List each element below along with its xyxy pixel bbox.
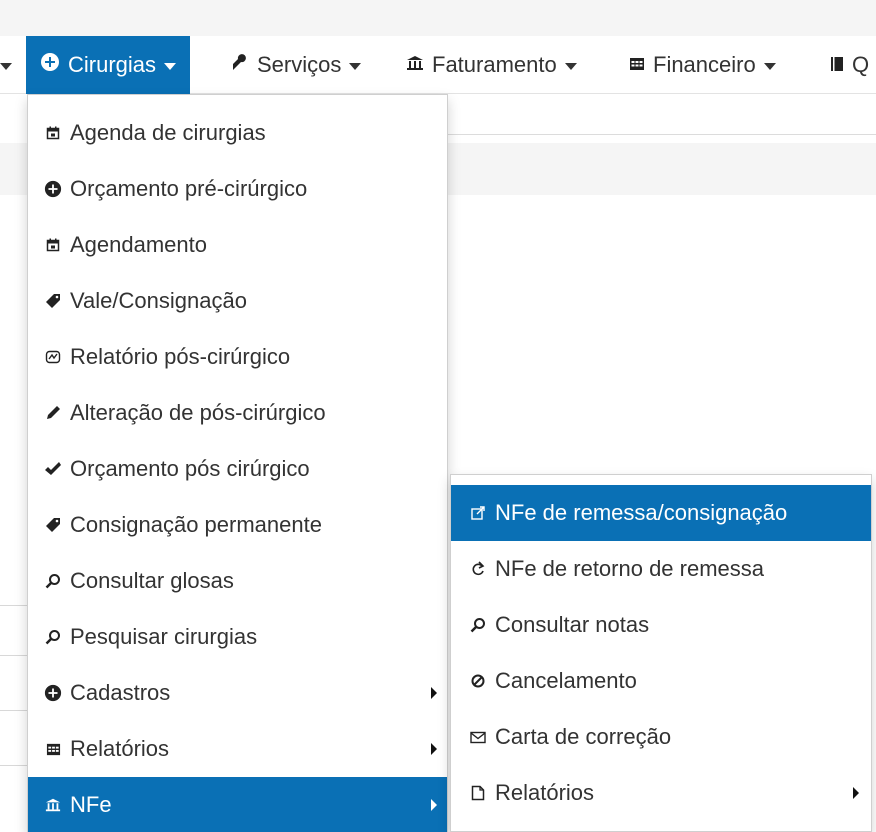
chevron-down-icon — [564, 62, 577, 70]
nav-cirurgias-label: Cirurgias — [68, 52, 157, 77]
menu-item-alteracao-de-pos-cirurgico[interactable]: Alteração de pós-cirúrgico — [28, 385, 447, 441]
left-divider — [0, 765, 28, 766]
nav-q[interactable]: Q — [830, 36, 869, 94]
search-icon — [42, 573, 64, 589]
submenu-item-nfe-retorno-remessa[interactable]: NFe de retorno de remessa — [451, 541, 871, 597]
menu-item-label: Consultar glosas — [70, 568, 234, 593]
menu-item-consultar-glosas[interactable]: Consultar glosas — [28, 553, 447, 609]
return-icon — [467, 561, 489, 577]
chevron-down-icon — [763, 62, 776, 70]
nav-servicos[interactable]: Serviços — [231, 36, 362, 94]
menu-item-label: Agenda de cirurgias — [70, 120, 266, 145]
menu-item-orcamento-pre-cirurgico[interactable]: Orçamento pré-cirúrgico — [28, 161, 447, 217]
nav-faturamento[interactable]: Faturamento — [406, 36, 577, 94]
nav-faturamento-label: Faturamento — [432, 52, 557, 77]
chevron-right-icon — [853, 787, 859, 799]
menu-item-agendamento[interactable]: Agendamento — [28, 217, 447, 273]
submenu-item-label: Cancelamento — [495, 668, 637, 693]
submenu-item-carta-de-correcao[interactable]: Carta de correção — [451, 709, 871, 765]
tag-icon — [42, 293, 64, 309]
menu-item-nfe[interactable]: NFe — [28, 777, 447, 832]
check-icon — [42, 461, 64, 477]
book-icon — [830, 52, 844, 78]
calendar-icon — [42, 238, 64, 252]
plus-circle-icon — [42, 684, 64, 702]
submenu-item-consultar-notas[interactable]: Consultar notas — [451, 597, 871, 653]
content-header-bar — [448, 143, 876, 195]
search-icon — [467, 617, 489, 633]
envelope-icon — [467, 731, 489, 744]
search-icon — [42, 629, 64, 645]
cirurgias-dropdown: Agenda de cirurgias Orçamento pré-cirúrg… — [27, 94, 448, 832]
menu-item-label: Orçamento pós cirúrgico — [70, 456, 310, 481]
menu-item-label: Orçamento pré-cirúrgico — [70, 176, 308, 201]
submenu-item-label: Consultar notas — [495, 612, 650, 637]
table-icon — [629, 52, 645, 78]
chevron-right-icon — [431, 687, 437, 699]
external-link-icon — [467, 506, 489, 520]
chevron-down-icon — [164, 62, 177, 70]
menu-item-consignacao-permanente[interactable]: Consignação permanente — [28, 497, 447, 553]
report-icon — [42, 350, 64, 364]
menu-item-agenda-de-cirurgias[interactable]: Agenda de cirurgias — [28, 105, 447, 161]
submenu-item-relatorios[interactable]: Relatórios — [451, 765, 871, 821]
nav-cirurgias[interactable]: Cirurgias — [26, 36, 191, 94]
chevron-down-icon — [349, 62, 362, 70]
tag-icon — [42, 517, 64, 533]
menu-item-orcamento-pos-cirurgico[interactable]: Orçamento pós cirúrgico — [28, 441, 447, 497]
document-icon — [467, 785, 489, 801]
menu-item-label: Cadastros — [70, 680, 171, 705]
menu-item-label: Vale/Consignação — [70, 288, 247, 313]
nfe-submenu: NFe de remessa/consignação NFe de retorn… — [450, 474, 872, 832]
top-strip — [0, 0, 876, 36]
menu-item-cadastros[interactable]: Cadastros — [28, 665, 447, 721]
content-divider — [448, 134, 876, 135]
left-divider — [0, 605, 28, 606]
left-header-bar — [0, 143, 28, 195]
submenu-item-nfe-remessa-consignacao[interactable]: NFe de remessa/consignação — [451, 485, 871, 541]
menu-item-label: NFe — [70, 792, 112, 817]
plus-circle-icon — [42, 180, 64, 198]
menu-item-label: Pesquisar cirurgias — [70, 624, 258, 649]
chevron-right-icon — [431, 743, 437, 755]
calendar-icon — [42, 126, 64, 140]
bank-icon — [406, 52, 424, 78]
prev-nav-caret[interactable] — [0, 36, 14, 94]
menu-item-label: Agendamento — [70, 232, 207, 257]
wrench-icon — [231, 52, 249, 78]
nav-servicos-label: Serviços — [257, 52, 342, 77]
submenu-item-label: NFe de remessa/consignação — [495, 500, 788, 525]
chevron-right-icon — [431, 799, 437, 811]
submenu-item-label: Carta de correção — [495, 724, 672, 749]
chevron-down-icon — [0, 62, 12, 70]
menu-item-relatorio-pos-cirurgico[interactable]: Relatório pós-cirúrgico — [28, 329, 447, 385]
pencil-icon — [42, 405, 64, 421]
main-navbar: Cirurgias Serviços Faturamento Financeir… — [0, 36, 876, 94]
menu-item-label: Alteração de pós-cirúrgico — [70, 400, 326, 425]
menu-item-relatorios[interactable]: Relatórios — [28, 721, 447, 777]
submenu-item-label: Relatórios — [495, 780, 595, 805]
ban-icon — [467, 674, 489, 688]
left-divider — [0, 655, 28, 656]
menu-item-vale-consignacao[interactable]: Vale/Consignação — [28, 273, 447, 329]
menu-item-label: Relatório pós-cirúrgico — [70, 344, 291, 369]
submenu-item-cancelamento[interactable]: Cancelamento — [451, 653, 871, 709]
menu-item-pesquisar-cirurgias[interactable]: Pesquisar cirurgias — [28, 609, 447, 665]
table-icon — [42, 742, 64, 757]
left-divider — [0, 710, 28, 711]
nav-financeiro-label: Financeiro — [653, 52, 756, 77]
bank-icon — [42, 797, 64, 813]
menu-item-label: Consignação permanente — [70, 512, 322, 537]
plus-circle-icon — [40, 52, 60, 78]
submenu-item-label: NFe de retorno de remessa — [495, 556, 765, 581]
nav-q-label: Q — [852, 52, 870, 77]
menu-item-label: Relatórios — [70, 736, 170, 761]
nav-financeiro[interactable]: Financeiro — [629, 36, 776, 94]
